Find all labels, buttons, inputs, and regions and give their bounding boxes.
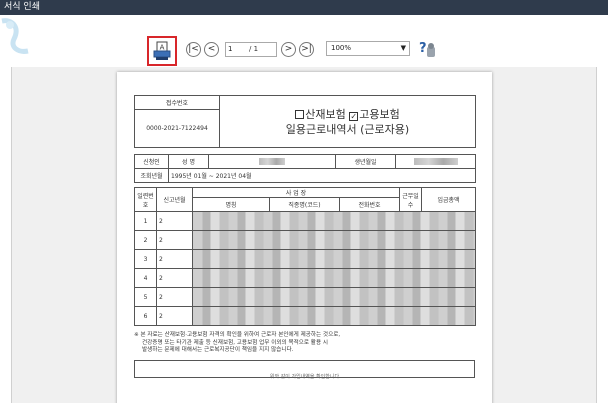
redacted-cell (191, 268, 477, 288)
checkbox-unchecked-icon (295, 109, 305, 119)
receipt-number: 0000-2021-7122494 (134, 109, 220, 148)
help-icon[interactable]: ? (416, 38, 438, 60)
work-record-form: 접수번호 산재보험 ✓ 고용보험 일용근로내역서 (근로자용) 0000-2021… (134, 95, 477, 380)
form-header-table: 접수번호 산재보험 ✓ 고용보험 일용근로내역서 (근로자용) 0000-2021… (134, 95, 476, 148)
note-line-2: 건강증명 또는 타기관 제출 등 신재보험, 고용보험 업무 이외의 목적으로 … (142, 339, 329, 346)
form-title: 산재보험 ✓ 고용보험 일용근로내역서 (근로자용) (219, 95, 476, 148)
receipt-label: 접수번호 (134, 95, 220, 110)
note-line-3: 발생하는 문제에 대해서는 근로복지공단이 책임을 지지 않습니다. (142, 347, 294, 353)
table-row: 2 2 (134, 230, 477, 250)
svg-text:?: ? (419, 41, 427, 56)
note-line-1: ※ 본 자료는 산재보험·고용보험 자격의 확인을 위하여 근로자 본인에게 제… (134, 332, 341, 338)
applicant-label: 신청인 (134, 154, 169, 169)
first-page-button[interactable]: |< (186, 42, 201, 57)
col-workplace: 사 업 장 (191, 187, 401, 198)
page-total: / 1 (249, 45, 259, 53)
confirmation-text: 위와 같이 가입내역을 확인합니다 (269, 373, 340, 380)
last-page-button[interactable]: >| (299, 42, 314, 57)
redacted-cell (191, 287, 477, 307)
name-value (208, 154, 336, 169)
period-value: 1995년 01월 ~ 2021년 04월 (168, 168, 476, 183)
document-viewer[interactable]: 접수번호 산재보험 ✓ 고용보험 일용근로내역서 (근로자용) 0000-2021… (11, 67, 597, 403)
col-report: 신고년월 (156, 187, 193, 212)
zoom-select[interactable]: 100% ▼ (326, 41, 410, 56)
svg-text:A: A (160, 44, 165, 52)
redacted-cell (191, 249, 477, 269)
toolbar (0, 15, 608, 67)
row-number: 6 (134, 306, 157, 326)
birth-label: 생년월일 (335, 154, 396, 169)
zoom-value: 100% (331, 44, 352, 52)
printer-icon: A (153, 41, 171, 60)
chevron-down-icon: ▼ (400, 44, 406, 52)
applicant-table: 신청인 성 명 생년월일 조회년월 1995년 01월 ~ 2021년 04월 (134, 154, 476, 183)
document-page: 접수번호 산재보험 ✓ 고용보험 일용근로내역서 (근로자용) 0000-2021… (117, 72, 492, 403)
period-label: 조회년월 (134, 168, 169, 183)
row-report-month: 2 (156, 306, 193, 326)
col-days: 근무일수 (399, 187, 423, 212)
logo-decoration-icon (1, 18, 29, 54)
col-phone: 전화번호 (338, 197, 401, 212)
name-label: 성 명 (168, 154, 209, 169)
table-row: 3 2 (134, 249, 477, 269)
print-button[interactable]: A (147, 36, 177, 66)
title-line-2: 일용근로내역서 (근로자용) (285, 122, 410, 136)
confirmation-box: 위와 같이 가입내역을 확인합니다 (134, 359, 475, 380)
row-report-month: 2 (156, 249, 193, 269)
col-seq: 일련번호 (134, 187, 157, 212)
checkbox-checked-icon: ✓ (349, 111, 359, 121)
row-report-month: 2 (156, 268, 193, 288)
row-number: 3 (134, 249, 157, 269)
prev-page-button[interactable]: < (204, 42, 219, 57)
row-number: 2 (134, 230, 157, 250)
title-option-2: 고용보험 (359, 107, 400, 121)
table-row: 5 2 (134, 287, 477, 307)
col-industry: 직종명(코드) (269, 197, 340, 212)
row-report-month: 2 (156, 230, 193, 250)
row-number: 5 (134, 287, 157, 307)
row-number: 4 (134, 268, 157, 288)
title-option-1: 산재보험 (305, 107, 346, 121)
next-page-button[interactable]: > (281, 42, 296, 57)
redacted-cell (191, 211, 477, 231)
row-report-month: 2 (156, 287, 193, 307)
row-report-month: 2 (156, 211, 193, 231)
table-row: 6 2 (134, 306, 477, 326)
birth-value (395, 154, 476, 169)
redacted-cell (191, 306, 477, 326)
window-title: 서식 인쇄 (0, 0, 608, 15)
row-number: 1 (134, 211, 157, 231)
col-name: 명칭 (192, 197, 270, 212)
col-wage: 임금총액 (421, 187, 477, 212)
table-row: 1 2 (134, 211, 477, 231)
redacted-cell (191, 230, 477, 250)
records-table: 일련번호 신고년월 사 업 장 근무일수 임금총액 명칭 직종명(코드) 전화번… (134, 187, 477, 326)
disclaimer-note: ※ 본 자료는 산재보험·고용보험 자격의 확인을 위하여 근로자 본인에게 제… (134, 332, 475, 355)
table-row: 4 2 (134, 268, 477, 288)
